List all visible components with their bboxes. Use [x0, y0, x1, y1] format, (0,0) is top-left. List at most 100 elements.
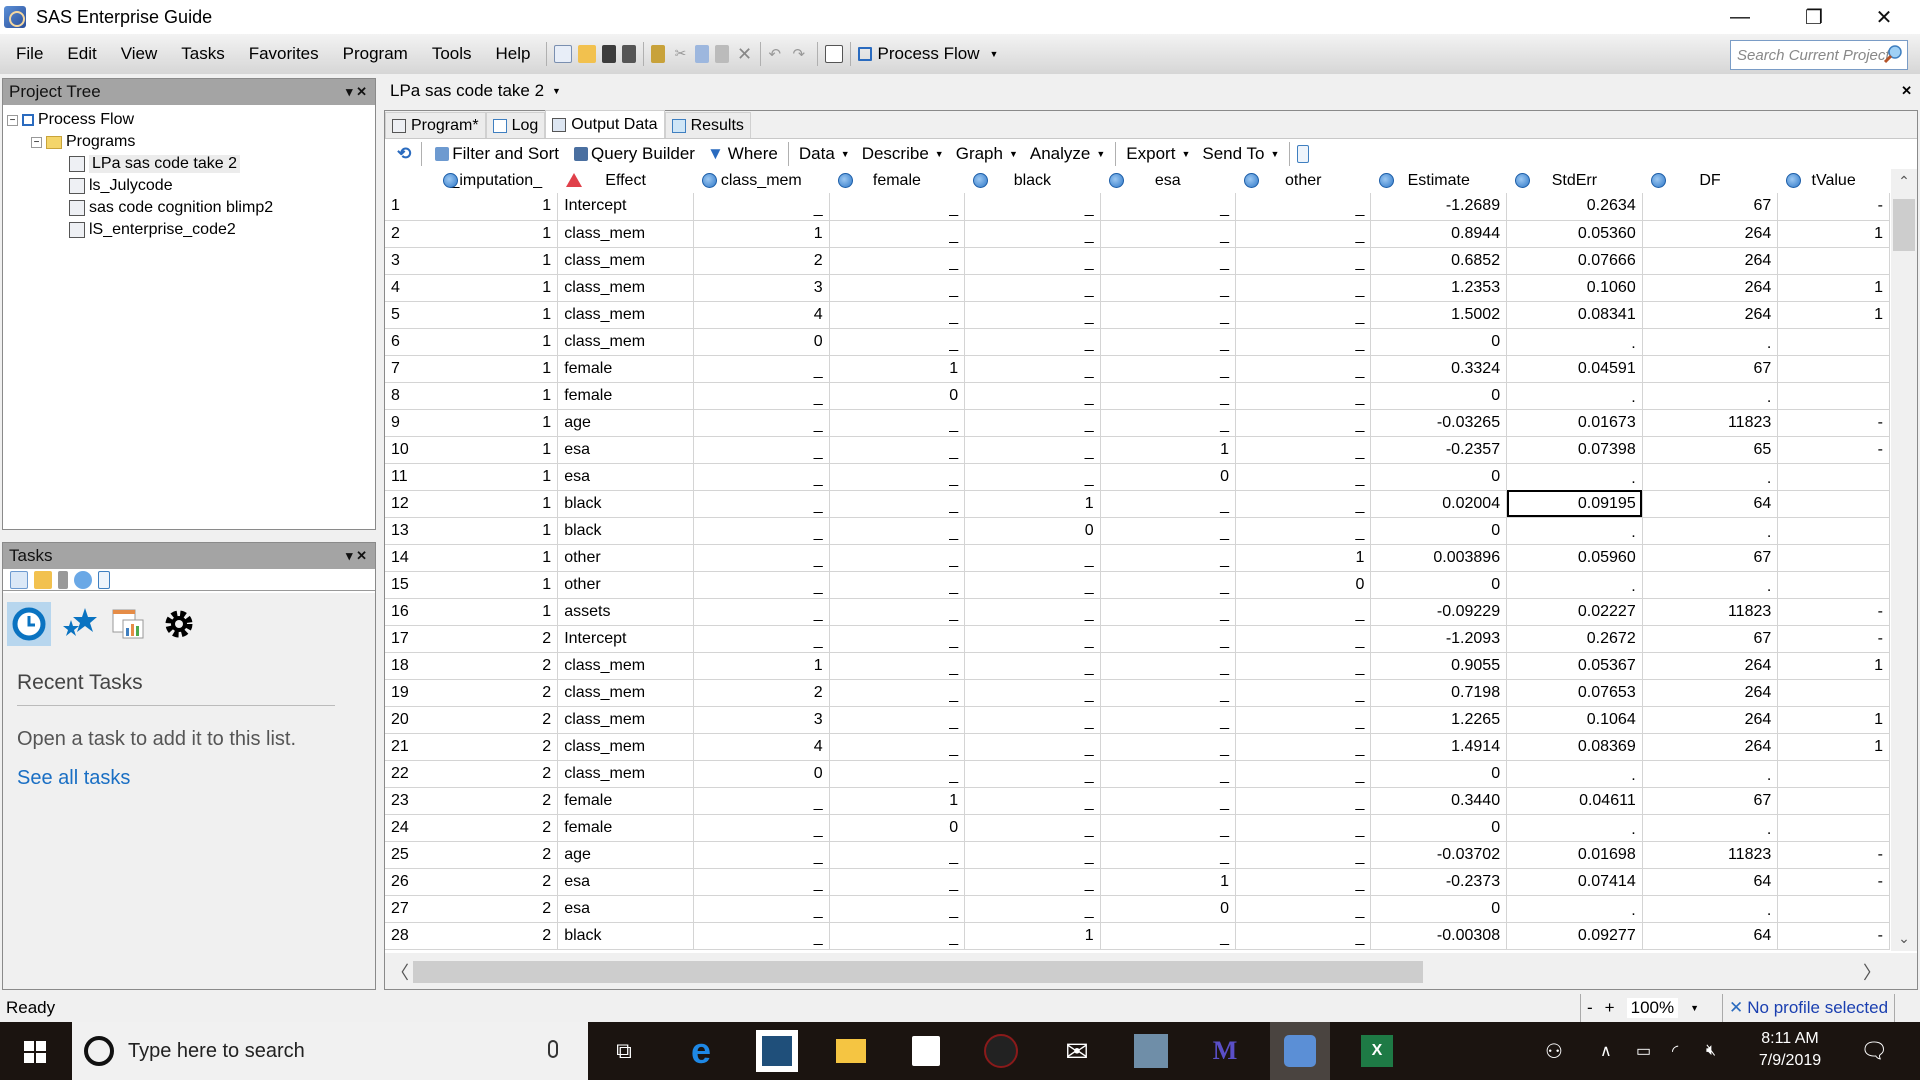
search-icon[interactable]: [1883, 44, 1903, 64]
tab-results[interactable]: Results: [664, 112, 751, 138]
cell-effect[interactable]: class_mem: [557, 328, 694, 356]
row-number[interactable]: 27: [385, 895, 435, 923]
volume-muted-icon[interactable]: 🔇︎: [1706, 1022, 1716, 1080]
column-header-female[interactable]: female: [829, 169, 966, 193]
minimize-button[interactable]: —: [1710, 0, 1770, 34]
cell-other[interactable]: _: [1235, 301, 1372, 329]
cell-esa[interactable]: _: [1100, 787, 1236, 815]
cell-black[interactable]: _: [964, 463, 1101, 491]
notifications-icon[interactable]: 🗨︎: [1860, 1022, 1888, 1080]
close-button[interactable]: ✕: [1854, 0, 1914, 34]
cell-female[interactable]: _: [829, 490, 966, 518]
cell-female[interactable]: _: [829, 247, 966, 275]
cell-black[interactable]: _: [964, 652, 1101, 680]
cell-imputation[interactable]: 2: [434, 868, 559, 896]
cell-classmem[interactable]: 4: [693, 733, 830, 761]
cell-female[interactable]: _: [829, 625, 966, 653]
cell-estimate[interactable]: 0: [1370, 382, 1508, 410]
cell-other[interactable]: _: [1235, 517, 1372, 545]
cell-black[interactable]: 1: [964, 490, 1101, 518]
cell-other[interactable]: _: [1235, 679, 1372, 707]
collapse-icon[interactable]: −: [31, 136, 42, 148]
cell-classmem[interactable]: _: [693, 355, 830, 383]
cell-effect[interactable]: age: [557, 841, 694, 869]
table-row[interactable]: 7 1 female _ 1 _ _ _ 0.3324 0.04591 67: [385, 355, 1890, 383]
cell-female[interactable]: _: [829, 895, 966, 923]
cell-df[interactable]: 67: [1642, 625, 1779, 653]
cell-stderr[interactable]: 0.1060: [1506, 274, 1643, 302]
export-menu[interactable]: Export ▼: [1120, 144, 1196, 164]
cell-df[interactable]: 64: [1642, 922, 1779, 950]
cell-tvalue[interactable]: [1777, 517, 1890, 545]
cell-other[interactable]: _: [1235, 922, 1372, 950]
cell-imputation[interactable]: 1: [434, 598, 559, 626]
menu-edit[interactable]: Edit: [55, 44, 108, 64]
cell-estimate[interactable]: -0.2357: [1370, 436, 1508, 464]
cell-df[interactable]: 67: [1642, 355, 1779, 383]
cell-stderr[interactable]: 0.01673: [1506, 409, 1643, 437]
cell-female[interactable]: _: [829, 733, 966, 761]
cell-tvalue[interactable]: -: [1777, 625, 1890, 653]
tab-log[interactable]: Log: [485, 112, 546, 138]
cell-classmem[interactable]: _: [693, 868, 830, 896]
cell-other[interactable]: _: [1235, 220, 1372, 248]
cell-effect[interactable]: female: [557, 355, 694, 383]
cell-stderr[interactable]: 0.05960: [1506, 544, 1643, 572]
cell-estimate[interactable]: -0.09229: [1370, 598, 1508, 626]
cell-imputation[interactable]: 2: [434, 625, 559, 653]
cell-df[interactable]: 64: [1642, 868, 1779, 896]
server-icon[interactable]: [58, 570, 68, 589]
cell-classmem[interactable]: _: [693, 598, 830, 626]
cell-esa[interactable]: _: [1100, 841, 1236, 869]
cell-estimate[interactable]: 0.6852: [1370, 247, 1508, 275]
table-row[interactable]: 15 1 other _ _ _ _ 0 0..: [385, 571, 1890, 599]
cell-classmem[interactable]: 3: [693, 274, 830, 302]
cell-effect[interactable]: other: [557, 544, 694, 572]
table-row[interactable]: 11 1 esa _ _ _ 0 _ 0..: [385, 463, 1890, 491]
row-number[interactable]: 9: [385, 409, 435, 437]
cell-imputation[interactable]: 1: [434, 409, 559, 437]
microphone-icon[interactable]: [548, 1040, 558, 1058]
menu-view[interactable]: View: [109, 44, 170, 64]
cell-effect[interactable]: female: [557, 787, 694, 815]
cell-tvalue[interactable]: 1: [1777, 706, 1890, 734]
table-row[interactable]: 3 1 class_mem 2 _ _ _ _ 0.6852 0.07666 264: [385, 247, 1890, 275]
row-number[interactable]: 24: [385, 814, 435, 842]
cell-tvalue[interactable]: 1: [1777, 220, 1890, 248]
app-tiles-icon[interactable]: [1130, 1030, 1172, 1072]
wifi-icon[interactable]: ◜: [1672, 1022, 1678, 1080]
cell-df[interactable]: 67: [1642, 193, 1779, 221]
cell-female[interactable]: 1: [829, 787, 966, 815]
cell-effect[interactable]: assets: [557, 598, 694, 626]
column-header-stderr[interactable]: StdErr: [1506, 169, 1643, 193]
edge-browser-icon[interactable]: e: [680, 1030, 722, 1072]
cell-imputation[interactable]: 1: [434, 220, 559, 248]
cell-tvalue[interactable]: 1: [1777, 652, 1890, 680]
cell-tvalue[interactable]: [1777, 247, 1890, 275]
copy-icon[interactable]: [695, 45, 710, 63]
cell-estimate[interactable]: 0: [1370, 517, 1508, 545]
cell-classmem[interactable]: _: [693, 409, 830, 437]
row-number[interactable]: 28: [385, 922, 435, 950]
cell-df[interactable]: 264: [1642, 301, 1779, 329]
task-view-icon[interactable]: ⧉: [603, 1030, 645, 1072]
cell-imputation[interactable]: 1: [434, 193, 559, 221]
cell-other[interactable]: _: [1235, 706, 1372, 734]
table-row[interactable]: 24 2 female _ 0 _ _ _ 0..: [385, 814, 1890, 842]
cell-female[interactable]: _: [829, 193, 966, 221]
cell-black[interactable]: _: [964, 706, 1101, 734]
zoom-level[interactable]: 100%: [1626, 998, 1679, 1018]
cell-estimate[interactable]: 0: [1370, 571, 1508, 599]
cell-imputation[interactable]: 1: [434, 490, 559, 518]
cell-imputation[interactable]: 2: [434, 733, 559, 761]
cell-classmem[interactable]: 4: [693, 301, 830, 329]
cell-tvalue[interactable]: [1777, 355, 1890, 383]
cell-other[interactable]: _: [1235, 895, 1372, 923]
cell-effect[interactable]: other: [557, 571, 694, 599]
row-number[interactable]: 22: [385, 760, 435, 788]
close-document-icon[interactable]: ✕: [1901, 83, 1912, 99]
cell-imputation[interactable]: 2: [434, 922, 559, 950]
cell-tvalue[interactable]: 1: [1777, 733, 1890, 761]
cell-classmem[interactable]: _: [693, 841, 830, 869]
cell-effect[interactable]: class_mem: [557, 247, 694, 275]
